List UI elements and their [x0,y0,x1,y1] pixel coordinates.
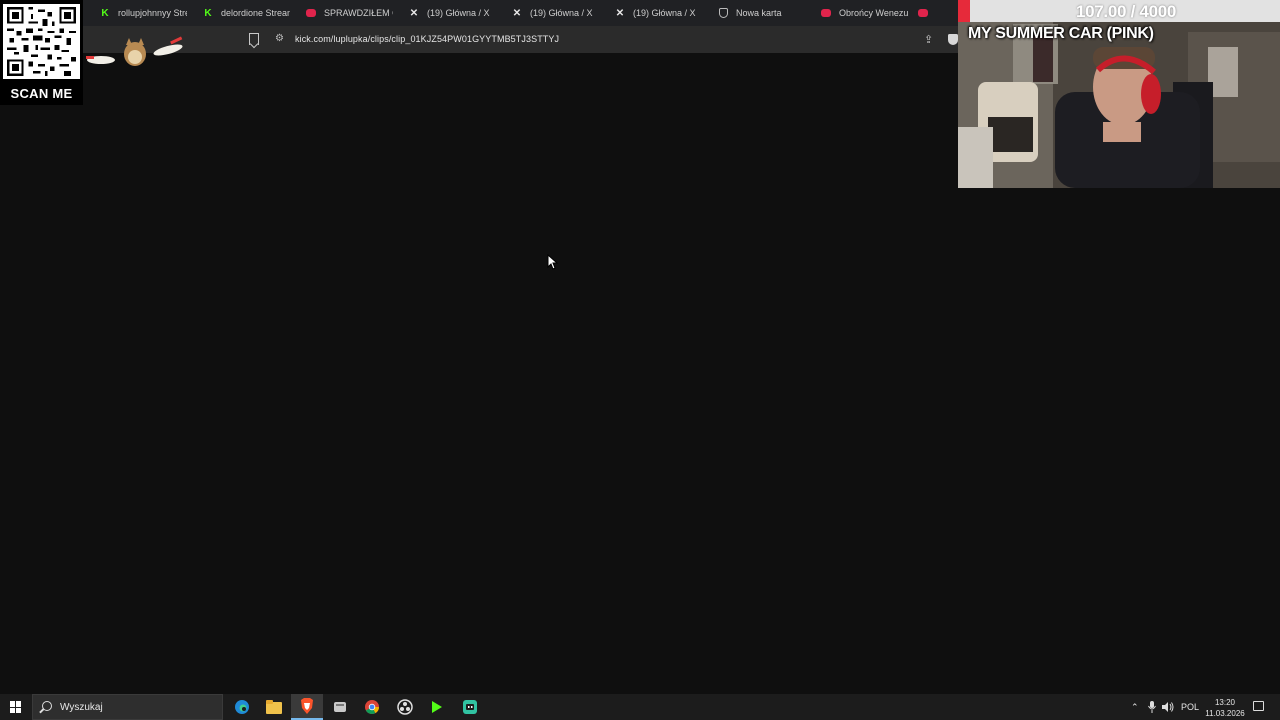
stream-title: MY SUMMER CAR (PINK) [968,25,1154,42]
tab-label: Obrońcy Wenezueli [839,8,908,18]
x-icon: ✕ [512,7,522,19]
edge-icon[interactable] [226,694,258,720]
notification-icon[interactable] [1253,701,1264,711]
taskbar-search[interactable]: Wyszukaj [32,694,223,720]
search-icon [42,701,52,711]
obs-icon[interactable] [389,694,421,720]
cat-emote-image [84,36,188,72]
taskbar: Wyszukaj ⌃ POL 13:20 11.03.2026 [0,694,1280,720]
tab-label: SPRAWDZIŁEM CZY [324,8,393,18]
tab-1[interactable]: K rollupjohnnyy Strea [92,0,195,26]
brave-browser-icon[interactable] [291,694,323,720]
clock-date: 11.03.2026 [1205,709,1245,718]
windows-start-icon[interactable] [10,701,22,713]
clock-time: 13:20 [1214,698,1236,707]
qr-code [3,4,80,79]
youtube-icon [821,8,831,18]
tab-label: delordione Stream [221,8,290,18]
streamlabs-icon[interactable] [454,694,486,720]
clock[interactable]: 13:20 11.03.2026 [1200,697,1250,719]
youtube-icon [918,8,928,18]
kick-icon: K [101,7,109,19]
app-icon[interactable] [324,694,356,720]
tab-label: Nowa karta [736,8,782,18]
tab-3[interactable]: SPRAWDZIŁEM CZY [298,0,401,26]
language-indicator[interactable]: POL [1181,694,1199,720]
goal-text: 107.00 / 4000 [1075,2,1177,21]
brave-shields-icon[interactable] [948,34,958,45]
site-info-icon[interactable]: ⚙ [275,33,284,44]
x-icon: ✕ [409,7,419,19]
mouse-cursor-icon [547,254,559,270]
x-icon: ✕ [615,7,625,19]
tab-9[interactable] [916,0,930,26]
tab-label: rollupjohnnyy Strea [118,8,187,18]
youtube-icon [306,8,316,18]
url-field[interactable]: kick.com/luplupka/clips/clip_01KJZ54PW01… [295,34,559,44]
tab-8[interactable]: Obrońcy Wenezueli [813,0,916,26]
kick-icon: K [204,7,212,19]
tab-label: (19) Główna / X [633,8,696,18]
file-explorer-icon[interactable] [258,694,290,720]
microphone-icon[interactable] [1148,694,1156,720]
tab-label: (19) Główna / X [530,8,593,18]
chevron-up-icon[interactable]: ⌃ [1131,694,1139,720]
tab-7[interactable]: Nowa karta [710,0,813,26]
tab-2[interactable]: K delordione Stream [195,0,298,26]
webcam-overlay: 107.00 / 4000 MY SUMMER CAR (PINK) [958,0,1280,188]
share-icon[interactable]: ⇪ [924,33,933,46]
qr-label: SCAN ME [10,86,73,101]
tab-4[interactable]: ✕ (19) Główna / X [401,0,504,26]
qr-overlay: SCAN ME [0,0,83,105]
kick-app-icon[interactable] [421,694,453,720]
speaker-icon[interactable] [1162,694,1174,720]
tab-label: (19) Główna / X [427,8,490,18]
bookmark-icon[interactable] [249,33,259,45]
browser-tab-strip: D: K rollupjohnnyy Strea K delordione St… [0,0,960,26]
tab-5[interactable]: ✕ (19) Główna / X [504,0,607,26]
search-placeholder: Wyszukaj [60,702,103,713]
chrome-icon[interactable] [356,694,388,720]
webcam-image [958,22,1280,188]
brave-shield-icon [718,8,728,18]
goal-progress-fill [958,0,970,22]
tab-6[interactable]: ✕ (19) Główna / X [607,0,710,26]
